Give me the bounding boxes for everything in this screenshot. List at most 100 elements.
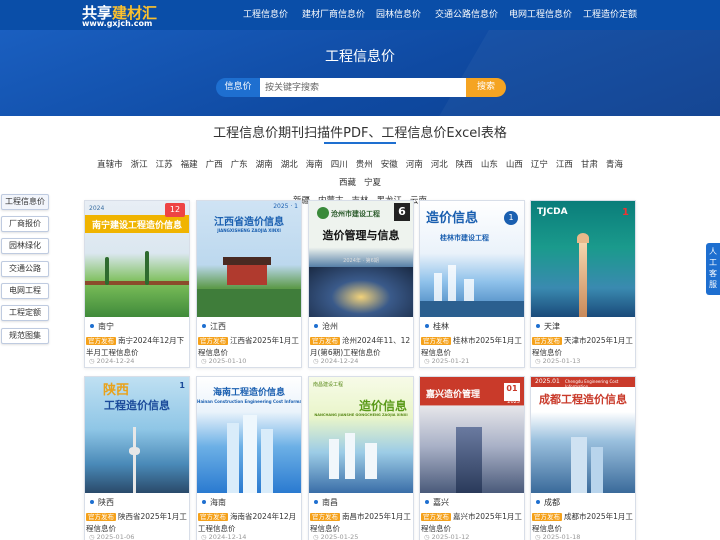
city-link[interactable]: 四川 (331, 156, 348, 174)
card-date: 2024-12-14 (201, 533, 247, 540)
journal-card-shaanxi[interactable]: 陕西 工程造价信息 1 陕西 官方发布陕西省2025年1月工程信息价 2025-… (84, 376, 190, 540)
official-badge: 官方发布 (86, 337, 116, 345)
card-date: 2025-01-10 (201, 357, 247, 365)
journal-cover: 南昌建设工程 造价信息 NANCHANG JIANSHE GONGCHENG Z… (309, 377, 413, 493)
official-badge: 官方发布 (532, 513, 562, 521)
customer-service-tab[interactable]: 人工客服 (706, 243, 720, 295)
journal-card-nanning[interactable]: 南宁建设工程造价信息 12 2024 南宁 官方发布 南宁2024年12月下半月工… (84, 200, 190, 368)
card-city: 嘉兴 (425, 497, 449, 508)
sidebar-item-standards[interactable]: 规范图集 (1, 328, 49, 344)
city-link[interactable]: 广西 (206, 156, 223, 174)
journal-card-chengdu[interactable]: 2025.01 Chengdu Engineering Cost Informa… (530, 376, 636, 540)
city-link[interactable]: 湖南 (256, 156, 273, 174)
city-link[interactable]: 辽宁 (531, 156, 548, 174)
journal-card-jiangxi[interactable]: 江西省造价信息 JIANGXISHENG ZAOJIA XINXI 2025 ·… (196, 200, 302, 368)
journal-card-hainan[interactable]: 海南工程造价信息 Hainan Construction Engineering… (196, 376, 302, 540)
journal-cover: 陕西 工程造价信息 1 (85, 377, 189, 493)
city-link[interactable]: 江西 (556, 156, 573, 174)
journal-cover: 南宁建设工程造价信息 12 2024 (85, 201, 189, 317)
card-city: 南昌 (314, 497, 338, 508)
journal-cover: 沧州市建设工程 6 造价管理与信息 2024年 · 第6期 (309, 201, 413, 317)
section-title: 工程信息价期刊扫描件PDF、工程信息价Excel表格 (213, 126, 507, 141)
sidebar-item-garden[interactable]: 园林绿化 (1, 238, 49, 254)
city-link[interactable]: 山西 (506, 156, 523, 174)
card-city: 成都 (536, 497, 560, 508)
journal-cover: 2025.01 Chengdu Engineering Cost Informa… (531, 377, 635, 493)
card-title[interactable]: 官方发布 江西省2025年1月工程信息价 (198, 335, 301, 357)
journal-card-tianjin[interactable]: TJCDA 1 天津 官方发布天津市2025年1月工程信息价 2025-01-1… (530, 200, 636, 368)
city-link[interactable]: 湖北 (281, 156, 298, 174)
sidebar-item-power-grid[interactable]: 电网工程 (1, 283, 49, 299)
banner-title: 工程信息价 (325, 49, 395, 65)
city-link[interactable]: 河北 (431, 156, 448, 174)
sidebar-item-quota[interactable]: 工程定额 (1, 305, 49, 321)
card-title[interactable]: 官方发布 嘉兴市2025年1月工程信息价 (421, 511, 524, 533)
card-title[interactable]: 官方发布 海南省2024年12月工程信息价 (198, 511, 301, 533)
card-city: 南宁 (90, 321, 114, 332)
city-link[interactable]: 河南 (406, 156, 423, 174)
official-badge: 官方发布 (198, 337, 228, 345)
search-input[interactable] (260, 78, 466, 97)
search-button[interactable]: 搜索 (466, 78, 506, 97)
card-title[interactable]: 官方发布 天津市2025年1月工程信息价 (532, 335, 635, 357)
card-title[interactable]: 官方发布 桂林市2025年1月工程信息价 (421, 335, 524, 357)
nav-item-highway-price[interactable]: 交通公路信息价 (435, 0, 498, 30)
city-link[interactable]: 江苏 (156, 156, 173, 174)
nav-item-engineering-price[interactable]: 工程信息价 (243, 0, 288, 30)
nav-item-power-grid-price[interactable]: 电网工程信息价 (509, 0, 572, 30)
card-date: 2025-01-25 (313, 533, 359, 540)
card-city: 陕西 (90, 497, 114, 508)
logo-url: www.gxjch.com (82, 19, 153, 28)
card-date: 2025-01-06 (89, 533, 135, 540)
journal-card-nanchang[interactable]: 南昌建设工程 造价信息 NANCHANG JIANSHE GONGCHENG Z… (308, 376, 414, 540)
title-underline (324, 142, 396, 144)
city-link[interactable]: 浙江 (131, 156, 148, 174)
journal-cover: 江西省造价信息 JIANGXISHENG ZAOJIA XINXI 2025 ·… (197, 201, 301, 317)
search-category-label[interactable]: 信息价 (216, 78, 260, 97)
card-title[interactable]: 官方发布 沧州2024年11、12月(第6期)工程信息价 (310, 335, 413, 357)
journal-card-guilin[interactable]: 造价信息 1 桂林市建设工程 桂林 官方发布桂林市2025年1月工程信息价 20… (419, 200, 525, 368)
nav-item-garden-price[interactable]: 园林信息价 (376, 0, 421, 30)
city-link[interactable]: 甘肃 (581, 156, 598, 174)
city-link[interactable]: 青海 (606, 156, 623, 174)
city-link[interactable]: 福建 (181, 156, 198, 174)
official-badge: 官方发布 (310, 337, 340, 345)
sidebar-item-engineering-price[interactable]: 工程信息价 (1, 194, 49, 210)
card-city: 沧州 (314, 321, 338, 332)
city-link[interactable]: 山东 (481, 156, 498, 174)
card-date: 2025-01-13 (535, 357, 581, 365)
card-date: 2024-12-24 (89, 357, 135, 365)
nav-item-cost-quota[interactable]: 工程造价定额 (583, 0, 637, 30)
card-date: 2024-12-24 (313, 357, 359, 365)
card-date: 2025-01-12 (424, 533, 470, 540)
card-title[interactable]: 官方发布 南宁2024年12月下半月工程信息价 (86, 335, 189, 357)
card-date: 2025-01-18 (535, 533, 581, 540)
journal-cover: 嘉兴造价管理 01 2025 (420, 377, 524, 493)
card-city: 桂林 (425, 321, 449, 332)
city-link[interactable]: 直辖市 (97, 156, 123, 174)
site-logo[interactable]: 共享建材汇 www.gxjch.com (82, 2, 192, 30)
official-badge: 官方发布 (532, 337, 562, 345)
card-date: 2025-01-21 (424, 357, 470, 365)
city-link[interactable]: 贵州 (356, 156, 373, 174)
official-badge: 官方发布 (421, 513, 451, 521)
city-link[interactable]: 海南 (306, 156, 323, 174)
card-title[interactable]: 官方发布 陕西省2025年1月工程信息价 (86, 511, 189, 533)
search-bar: 信息价 搜索 (216, 78, 506, 97)
city-link[interactable]: 广东 (231, 156, 248, 174)
sidebar-item-highway[interactable]: 交通公路 (1, 261, 49, 277)
nav-item-manufacturer-price[interactable]: 建材厂商信息价 (302, 0, 365, 30)
hero-banner: 工程信息价 信息价 搜索 (0, 30, 720, 116)
journal-cover: 海南工程造价信息 Hainan Construction Engineering… (197, 377, 301, 493)
city-link[interactable]: 宁夏 (364, 174, 381, 192)
sidebar-item-manufacturer[interactable]: 厂商报价 (1, 216, 49, 232)
city-link[interactable]: 安徽 (381, 156, 398, 174)
city-link[interactable]: 陕西 (456, 156, 473, 174)
journal-card-cangzhou[interactable]: 沧州市建设工程 6 造价管理与信息 2024年 · 第6期 沧州 官方发布 沧州2… (308, 200, 414, 368)
city-link[interactable]: 西藏 (339, 174, 356, 192)
card-city: 天津 (536, 321, 560, 332)
official-badge: 官方发布 (198, 513, 228, 521)
card-title[interactable]: 官方发布 南昌市2025年1月工程信息价 (310, 511, 413, 533)
journal-card-jiaxing[interactable]: 嘉兴造价管理 01 2025 嘉兴 官方发布嘉兴市2025年1月工程信息价 20… (419, 376, 525, 540)
card-title[interactable]: 官方发布 成都市2025年1月工程信息价 (532, 511, 635, 533)
